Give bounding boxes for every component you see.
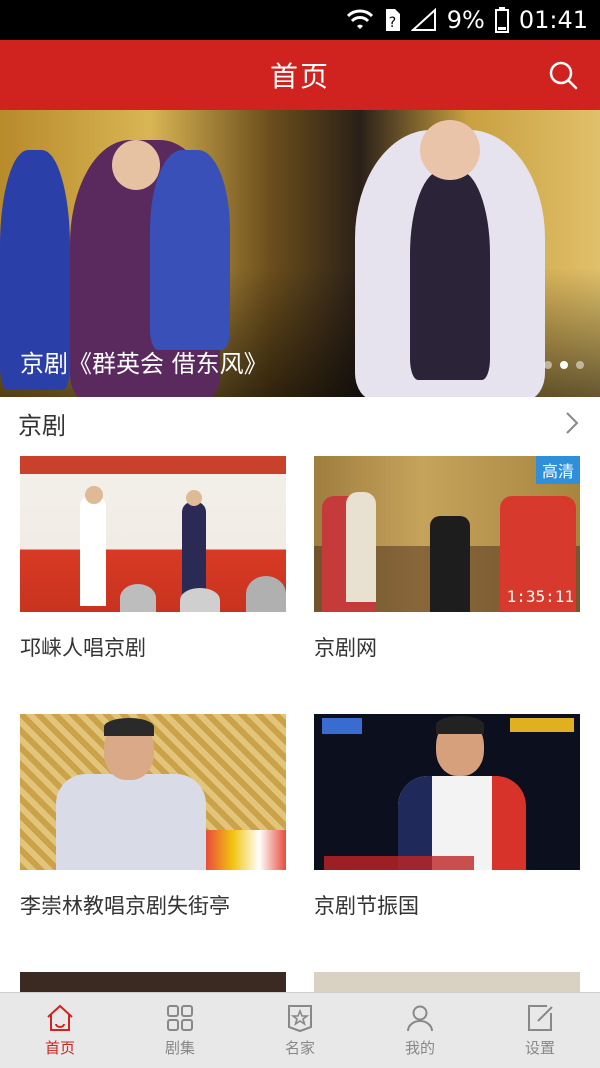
nav-label: 名家 [284,1039,315,1057]
carousel-dot [544,361,552,369]
video-title: 京剧网 [314,636,377,660]
nav-item-masters[interactable]: 名家 [240,993,360,1068]
video-thumbnail: 高清 1:35:11 [314,456,580,612]
video-thumbnail [20,456,286,612]
battery-percent: 9% [446,6,485,34]
svg-text:?: ? [389,15,396,31]
nav-label: 剧集 [164,1039,195,1057]
nav-label: 设置 [524,1039,555,1057]
nav-item-mine[interactable]: 我的 [360,993,480,1068]
video-thumbnail-partial [20,972,286,992]
bottom-nav: 首页 剧集 名家 我的 设置 [0,992,600,1068]
star-badge-icon [288,1005,312,1033]
video-thumbnail-partial [314,972,580,992]
status-bar: ? 9% 01:41 [0,0,600,40]
battery-icon [494,7,509,33]
section-header[interactable]: 京剧 [0,397,600,449]
page-title: 首页 [269,60,330,93]
app-header: 首页 [0,40,600,110]
home-icon [47,1004,73,1031]
video-card[interactable]: 京剧节振国 [314,714,580,920]
video-title: 李崇林教唱京剧失街亭 [20,894,230,918]
section-title: 京剧 [18,411,66,440]
banner-carousel[interactable]: 京剧《群英会 借东风》 [0,110,600,397]
video-card[interactable]: 高清 1:35:11 京剧网 [314,456,580,662]
wifi-icon [346,9,373,29]
video-title: 京剧节振国 [314,894,419,918]
video-thumbnail [20,714,286,870]
video-card[interactable]: 邛崃人唱京剧 [20,456,286,662]
video-duration: 1:35:11 [506,587,574,606]
sim-unknown-icon: ? [385,9,400,31]
cell-signal-icon [410,8,436,31]
video-title: 邛崃人唱京剧 [20,636,146,660]
carousel-indicator [544,361,584,369]
search-icon[interactable] [546,58,580,92]
nav-item-episodes[interactable]: 剧集 [120,993,240,1068]
nav-item-settings[interactable]: 设置 [480,993,600,1068]
nav-item-home[interactable]: 首页 [0,993,120,1068]
video-card[interactable]: 李崇林教唱京剧失街亭 [20,714,286,920]
nav-label: 我的 [404,1039,435,1057]
video-thumbnail [314,714,580,870]
edit-icon [528,1005,553,1031]
user-icon [407,1005,433,1032]
clock: 01:41 [518,6,588,34]
chevron-right-icon[interactable] [564,411,580,435]
banner-caption: 京剧《群英会 借东风》 [20,350,268,378]
hd-badge: 高清 [535,456,580,484]
grid-icon [167,1005,193,1031]
nav-label: 首页 [44,1039,75,1057]
carousel-dot [576,361,584,369]
carousel-dot-active [560,361,568,369]
